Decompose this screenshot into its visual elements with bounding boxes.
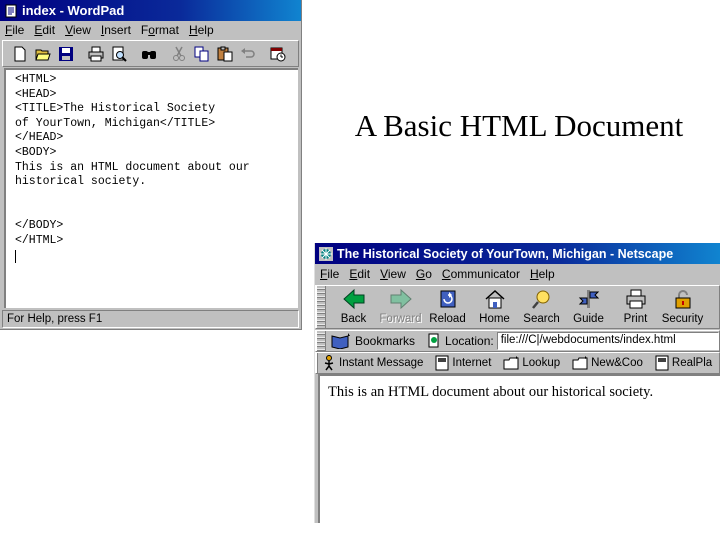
bookmarks-icon — [331, 333, 350, 349]
netscape-window: The Historical Society of YourTown, Mich… — [314, 243, 720, 523]
paste-icon[interactable] — [214, 43, 236, 65]
wordpad-status-bar: For Help, press F1 — [2, 310, 299, 328]
netscape-titlebar[interactable]: The Historical Society of YourTown, Mich… — [315, 243, 720, 264]
printer-icon — [626, 289, 645, 309]
wp-menu-insert[interactable]: Insert — [96, 23, 136, 37]
instant-message-label: Instant Message — [339, 357, 424, 369]
wp-menu-view[interactable]: View — [60, 23, 96, 37]
toolbar-grip[interactable] — [316, 286, 326, 328]
guide-icon — [578, 290, 599, 308]
bookmarks-label: Bookmarks — [355, 334, 416, 348]
search-label: Search — [523, 313, 560, 325]
home-label: Home — [479, 313, 510, 325]
new-icon[interactable] — [9, 43, 31, 65]
netscape-menubar: File Edit View Go Communicator Help — [315, 264, 720, 284]
home-button[interactable]: Home — [471, 284, 518, 328]
back-label: Back — [340, 313, 367, 325]
folder-icon — [503, 356, 519, 370]
wp-menu-help[interactable]: Help — [184, 23, 219, 37]
realplayer-label: RealPla — [671, 357, 713, 369]
print-icon[interactable] — [85, 43, 107, 65]
lookup-label: Lookup — [522, 357, 561, 369]
page-body-text: This is an HTML document about our histo… — [328, 384, 654, 400]
html-source-text: <HTML> <HEAD> <TITLE>The Historical Soci… — [15, 73, 250, 247]
wordpad-title: index - WordPad — [22, 3, 125, 18]
back-arrow-icon — [342, 288, 364, 310]
folder-icon — [572, 356, 588, 370]
search-button[interactable]: Search — [518, 284, 565, 328]
location-toolbar: Bookmarks Location: file:///C|/webdocume… — [315, 330, 720, 352]
padlock-icon — [675, 290, 690, 309]
newcool-label: New&Coo — [591, 357, 643, 369]
internet-page-icon — [655, 355, 669, 371]
open-icon[interactable] — [32, 43, 54, 65]
wordpad-window: index - WordPad File Edit View Insert Fo… — [0, 0, 302, 330]
ns-menu-file[interactable]: File — [315, 267, 344, 281]
ns-menu-edit[interactable]: Edit — [344, 267, 375, 281]
wordpad-menubar: File Edit View Insert Format Help — [0, 21, 301, 39]
instant-message-icon — [324, 355, 334, 371]
print-preview-icon[interactable] — [108, 43, 130, 65]
newcool-button[interactable]: New&Coo — [572, 355, 643, 371]
save-icon[interactable] — [55, 43, 77, 65]
browser-content-area[interactable]: This is an HTML document about our histo… — [318, 374, 720, 523]
lookup-button[interactable]: Lookup — [503, 355, 560, 371]
print-label: Print — [623, 313, 648, 325]
personal-toolbar: Instant Message Internet Lookup New&Coo … — [315, 352, 720, 374]
forward-arrow-icon — [390, 288, 412, 310]
reload-label: Reload — [429, 313, 466, 325]
internet-button[interactable]: Internet — [435, 355, 491, 371]
find-icon[interactable] — [138, 43, 160, 65]
undo-icon[interactable] — [237, 43, 259, 65]
copy-icon[interactable] — [191, 43, 213, 65]
print-button[interactable]: Print — [612, 284, 659, 328]
location-label: Location: — [445, 334, 494, 348]
ns-menu-view[interactable]: View — [375, 267, 411, 281]
toolbar-grip[interactable] — [316, 353, 318, 373]
toolbar-grip[interactable] — [316, 331, 326, 351]
wp-menu-format[interactable]: Format — [136, 23, 184, 37]
wordpad-titlebar[interactable]: index - WordPad — [0, 0, 301, 21]
cut-icon[interactable] — [168, 43, 190, 65]
guide-label: Guide — [573, 313, 604, 325]
navigation-toolbar: Back Forward Reload Home Search Guide Pr… — [315, 285, 720, 329]
forward-label: Forward — [379, 313, 422, 325]
text-cursor — [15, 250, 16, 263]
date-time-icon[interactable] — [267, 43, 289, 65]
page-proxy-icon[interactable] — [427, 333, 441, 349]
bookmarks-button[interactable]: Bookmarks — [330, 333, 415, 349]
wp-menu-file[interactable]: File — [0, 23, 29, 37]
back-button[interactable]: Back — [330, 284, 377, 328]
ns-menu-help[interactable]: Help — [525, 267, 560, 281]
ns-menu-communicator[interactable]: Communicator — [437, 267, 525, 281]
security-button[interactable]: Security — [659, 284, 706, 328]
search-icon — [531, 290, 549, 309]
home-icon — [485, 289, 504, 309]
realplayer-button[interactable]: RealPla — [655, 355, 712, 371]
wordpad-document-icon — [5, 4, 17, 17]
guide-button[interactable]: Guide — [565, 284, 612, 328]
forward-button[interactable]: Forward — [377, 284, 424, 328]
wordpad-document-area[interactable]: <HTML> <HEAD> <TITLE>The Historical Soci… — [4, 68, 298, 308]
internet-label: Internet — [452, 357, 492, 369]
ns-menu-go[interactable]: Go — [411, 267, 437, 281]
location-url-input[interactable]: file:///C|/webdocuments/index.html — [496, 332, 719, 350]
internet-page-icon — [435, 355, 449, 371]
security-label: Security — [661, 313, 704, 325]
reload-icon — [440, 290, 455, 308]
instant-message-button[interactable]: Instant Message — [322, 355, 423, 371]
netscape-logo-icon — [319, 246, 333, 261]
wp-menu-edit[interactable]: Edit — [29, 23, 60, 37]
netscape-title: The Historical Society of YourTown, Mich… — [337, 246, 674, 261]
reload-button[interactable]: Reload — [424, 284, 471, 328]
slide-title: A Basic HTML Document — [354, 108, 684, 143]
wordpad-toolbar — [2, 40, 299, 67]
